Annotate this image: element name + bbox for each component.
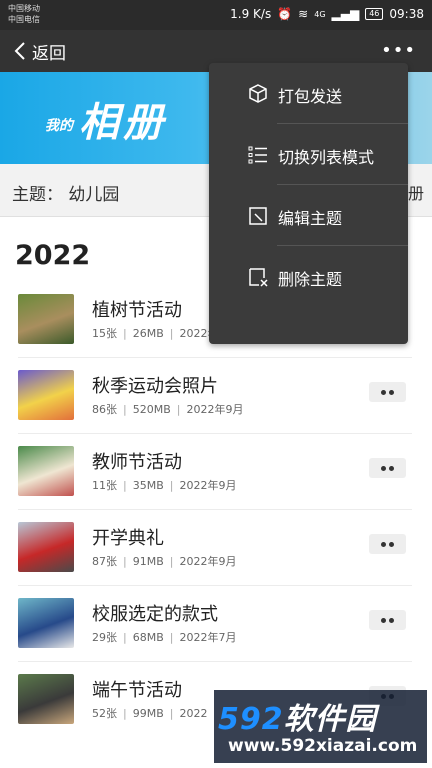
- battery-icon: 46: [365, 8, 384, 20]
- year-heading: 2022: [15, 240, 91, 271]
- album-thumbnail: [18, 598, 74, 648]
- album-size: 35MB: [132, 479, 164, 492]
- album-count: 11张: [92, 479, 117, 492]
- album-size: 520MB: [132, 403, 171, 416]
- album-date: 2022年9月: [186, 403, 244, 416]
- album-meta: 15张 | 26MB | 2022年: [92, 327, 219, 340]
- album-meta: 11张 | 35MB | 2022年9月: [92, 479, 237, 492]
- alarm-icon: ⏰: [277, 7, 293, 21]
- network-type: 4G: [314, 9, 326, 19]
- popup-menu: 打包发送 切换列表模式 编辑主题 删除主题: [209, 63, 408, 344]
- menu-item-delete-subject[interactable]: 删除主题: [209, 246, 408, 307]
- album-title: 端午节活动: [92, 680, 182, 701]
- album-options-button[interactable]: [369, 534, 406, 554]
- album-date: 2022年7月: [179, 631, 237, 644]
- status-icons: 1.9 K/s ⏰ ≋ 4G ▂▄▆ 46 09:38: [230, 7, 424, 21]
- menu-item-edit-subject[interactable]: 编辑主题: [209, 185, 408, 246]
- menu-label: 打包发送: [278, 87, 343, 106]
- album-date: 2022: [179, 707, 208, 720]
- watermark-brand: 592软件园: [218, 694, 377, 738]
- list-icon: [248, 146, 267, 164]
- network-speed: 1.9 K/s: [230, 7, 272, 21]
- menu-label: 编辑主题: [278, 209, 343, 228]
- album-title: 开学典礼: [92, 528, 164, 549]
- album-meta: 52张 | 99MB | 2022: [92, 707, 208, 720]
- carrier-2: 中国电信: [8, 15, 40, 24]
- album-thumbnail: [18, 446, 74, 496]
- carrier-info: 中国移动 中国电信: [8, 3, 40, 25]
- album-thumbnail: [18, 674, 74, 724]
- chevron-left-icon: [14, 42, 25, 60]
- album-thumbnail: [18, 294, 74, 344]
- banner-small-text: 我的: [45, 118, 73, 134]
- album-size: 91MB: [132, 555, 164, 568]
- more-options-button[interactable]: •••: [381, 40, 416, 61]
- edit-icon: [249, 207, 267, 225]
- album-item[interactable]: 开学典礼 87张 | 91MB | 2022年9月: [0, 510, 432, 586]
- album-count: 29张: [92, 631, 117, 644]
- menu-item-switch-list[interactable]: 切换列表模式: [209, 124, 408, 185]
- album-title: 植树节活动: [92, 300, 182, 321]
- carrier-1: 中国移动: [8, 4, 40, 13]
- album-item[interactable]: 教师节活动 11张 | 35MB | 2022年9月: [0, 434, 432, 510]
- menu-item-pack-send[interactable]: 打包发送: [209, 63, 408, 124]
- signal-icon: ▂▄▆: [331, 7, 360, 21]
- album-meta: 29张 | 68MB | 2022年7月: [92, 631, 237, 644]
- album-options-button[interactable]: [369, 458, 406, 478]
- package-icon: [249, 84, 267, 103]
- album-size: 99MB: [132, 707, 164, 720]
- banner-big-text: 相册: [79, 100, 167, 146]
- album-title: 校服选定的款式: [92, 604, 218, 625]
- wifi-icon: ≋: [298, 7, 309, 21]
- album-count: 86张: [92, 403, 117, 416]
- album-count: 87张: [92, 555, 117, 568]
- menu-label: 删除主题: [278, 270, 343, 289]
- album-title: 秋季运动会照片: [92, 376, 218, 397]
- album-options-button[interactable]: [369, 382, 406, 402]
- subject-label: 主题： 幼儿园: [12, 185, 120, 205]
- album-title: 教师节活动: [92, 452, 182, 473]
- album-size: 26MB: [132, 327, 164, 340]
- album-size: 68MB: [132, 631, 164, 644]
- delete-icon: [249, 268, 268, 287]
- clock: 09:38: [389, 7, 424, 21]
- album-meta: 87张 | 91MB | 2022年9月: [92, 555, 237, 568]
- watermark-text: 软件园: [283, 702, 377, 737]
- subject-right-text: 册: [407, 184, 424, 203]
- album-count: 15张: [92, 327, 117, 340]
- album-thumbnail: [18, 522, 74, 572]
- back-label: 返回: [32, 43, 66, 64]
- album-item[interactable]: 秋季运动会照片 86张 | 520MB | 2022年9月: [0, 358, 432, 434]
- album-options-button[interactable]: [369, 610, 406, 630]
- album-date: 2022年9月: [179, 555, 237, 568]
- banner-title: 我的 相册: [45, 90, 167, 148]
- album-thumbnail: [18, 370, 74, 420]
- watermark: 592软件园 www.592xiazai.com: [214, 690, 427, 763]
- album-date: 2022年9月: [179, 479, 237, 492]
- album-count: 52张: [92, 707, 117, 720]
- back-button[interactable]: 返回: [14, 30, 66, 72]
- album-item[interactable]: 校服选定的款式 29张 | 68MB | 2022年7月: [0, 586, 432, 662]
- watermark-url: www.592xiazai.com: [228, 736, 418, 756]
- album-meta: 86张 | 520MB | 2022年9月: [92, 403, 244, 416]
- status-bar: 中国移动 中国电信 1.9 K/s ⏰ ≋ 4G ▂▄▆ 46 09:38: [0, 0, 432, 30]
- watermark-number: 592: [218, 702, 284, 737]
- menu-label: 切换列表模式: [278, 148, 375, 167]
